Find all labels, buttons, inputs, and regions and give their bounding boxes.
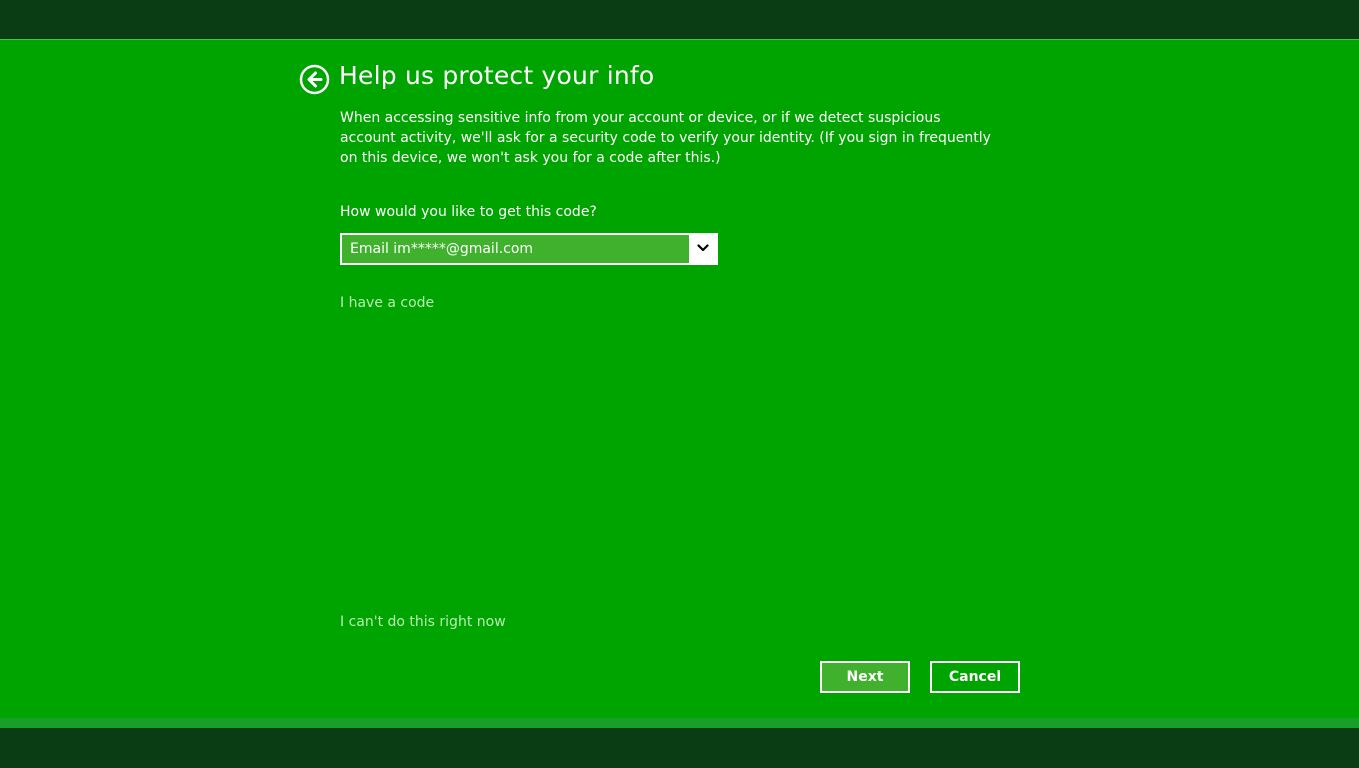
code-method-dropdown[interactable]: Email im*****@gmail.com — [340, 233, 718, 265]
description-text: When accessing sensitive info from your … — [340, 110, 991, 166]
code-method-selected-value: Email im*****@gmail.com — [350, 241, 534, 257]
back-arrow-icon — [299, 64, 330, 95]
page-title: Help us protect your info — [339, 61, 655, 90]
cancel-button[interactable]: Cancel — [930, 661, 1020, 693]
back-button[interactable] — [299, 64, 330, 95]
bottom-stripe — [0, 718, 1359, 728]
chevron-down-icon — [697, 244, 709, 252]
have-code-link[interactable]: I have a code — [340, 295, 434, 311]
dropdown-arrow-button[interactable] — [687, 235, 716, 263]
next-button[interactable]: Next — [820, 661, 910, 693]
code-method-question: How would you like to get this code? — [340, 204, 597, 220]
cant-do-now-link[interactable]: I can't do this right now — [340, 614, 506, 630]
bottom-band — [0, 728, 1359, 768]
top-band — [0, 0, 1359, 39]
